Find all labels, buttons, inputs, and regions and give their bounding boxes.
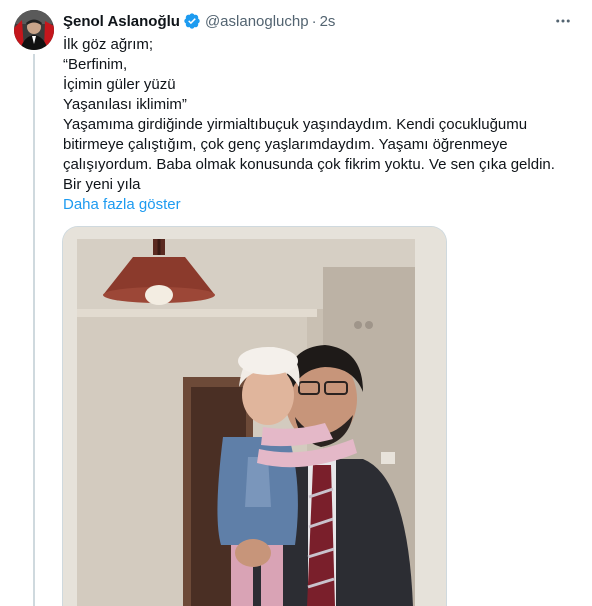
tweet-text-line: Yaşamıma girdiğinde yirmialtıbuçuk yaşın…	[63, 116, 528, 133]
tweet-text-line: Bir yeni yıla	[63, 176, 141, 193]
tweet-text-line: “Berfinim,	[63, 56, 128, 73]
tweet-text-line: İçimin güler yüzü	[63, 76, 176, 93]
thread-line	[33, 54, 35, 606]
tweet-photo[interactable]	[62, 226, 447, 606]
author-display-name[interactable]: Şenol Aslanoğlu	[63, 13, 180, 30]
tweet-header: Şenol Aslanoğlu @aslanogluchp · 2s	[63, 11, 582, 31]
separator-dot: ·	[311, 12, 317, 30]
ellipsis-icon[interactable]	[552, 11, 574, 31]
tweet-text: İlk göz ağrım; “Berfinim, İçimin güler y…	[63, 35, 583, 215]
timestamp[interactable]: 2s	[320, 13, 336, 30]
tweet-text-line: Yaşanılası iklimim”	[63, 96, 187, 113]
avatar-image	[14, 10, 54, 50]
show-more-link[interactable]: Daha fazla göster	[63, 195, 583, 215]
photo-image	[63, 227, 446, 606]
avatar[interactable]	[14, 10, 54, 50]
verified-badge-icon	[183, 12, 201, 30]
tweet-text-line: çalışıyordum. Baba olmak konusunda çok f…	[63, 156, 555, 173]
tweet-text-line: bitirmeye çalıştığım, çok genç yaşlarımd…	[63, 136, 508, 153]
author-handle[interactable]: @aslanogluchp	[205, 13, 309, 30]
tweet-text-line: İlk göz ağrım;	[63, 36, 154, 53]
